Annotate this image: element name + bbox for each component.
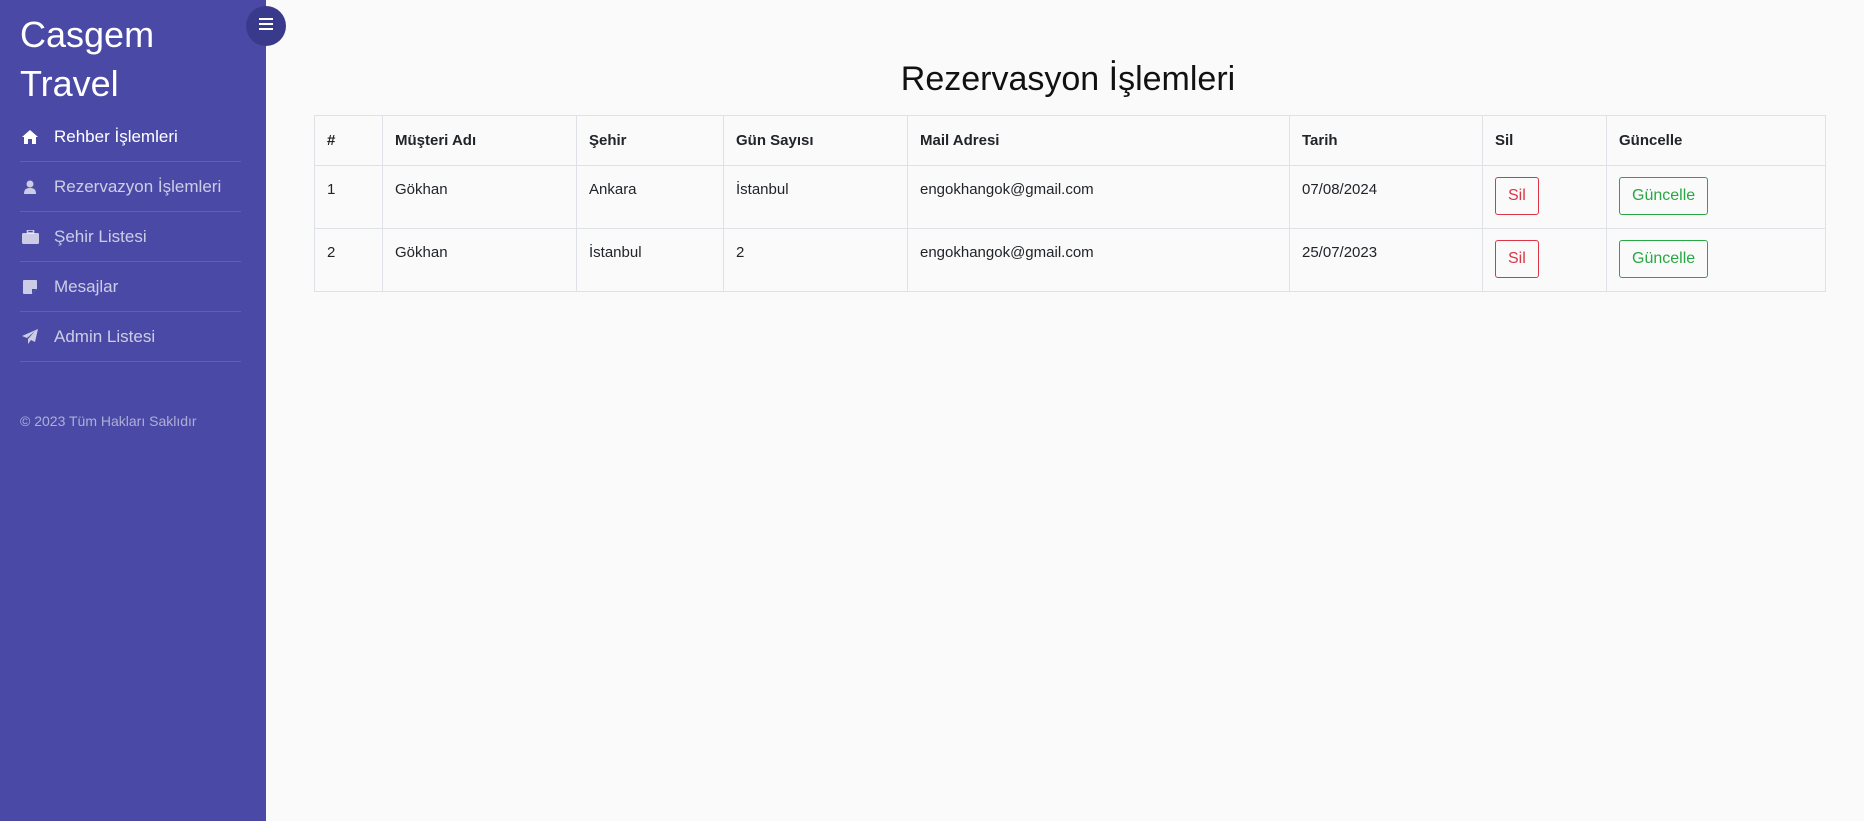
sidebar-item-label: Admin Listesi xyxy=(54,326,156,346)
sidebar-nav: Rehber İşlemleri Rezervazyon İşlemleri Ş… xyxy=(20,112,241,362)
paper-plane-icon xyxy=(20,327,40,347)
brand-logo[interactable]: Casgem Travel xyxy=(20,10,220,108)
menu-icon xyxy=(259,17,273,35)
cell-update: Güncelle xyxy=(1606,228,1826,292)
sidebar-item-label: Şehir Listesi xyxy=(54,226,147,246)
page-title: Rezervasyon İşlemleri xyxy=(900,60,1236,98)
column-header-delete: Sil xyxy=(1482,115,1607,166)
sidebar-item-label: Rezervazyon İşlemleri xyxy=(54,176,222,196)
cell-city: Ankara xyxy=(576,165,724,229)
cell-update: Güncelle xyxy=(1606,165,1826,229)
sidebar-item-label: Mesajlar xyxy=(54,276,119,296)
sidebar-item-label: Rehber İşlemleri xyxy=(54,126,178,146)
sticky-note-icon xyxy=(20,277,40,297)
cell-mail: engokhangok@gmail.com xyxy=(907,228,1290,292)
cell-day-count: 2 xyxy=(723,228,908,292)
column-header-date: Tarih xyxy=(1289,115,1483,166)
cell-delete: Sil xyxy=(1482,228,1607,292)
cell-date: 25/07/2023 xyxy=(1289,228,1483,292)
table-row: 1 Gökhan Ankara İstanbul engokhangok@gma… xyxy=(314,165,1826,229)
update-button[interactable]: Güncelle xyxy=(1619,177,1709,215)
column-header-day-count: Gün Sayısı xyxy=(723,115,908,166)
table-row: 2 Gökhan İstanbul 2 engokhangok@gmail.co… xyxy=(314,228,1826,292)
cell-id: 2 xyxy=(314,228,383,292)
column-header-customer-name: Müşteri Adı xyxy=(382,115,577,166)
column-header-update: Güncelle xyxy=(1606,115,1826,166)
user-icon xyxy=(20,177,40,197)
brand-line-1: Casgem xyxy=(20,14,155,55)
cell-customer-name: Gökhan xyxy=(382,228,577,292)
cell-mail: engokhangok@gmail.com xyxy=(907,165,1290,229)
brand-line-2: Travel xyxy=(20,63,119,104)
sidebar-item-rezervazyon-islemleri[interactable]: Rezervazyon İşlemleri xyxy=(20,162,241,212)
table-header-row: # Müşteri Adı Şehir Gün Sayısı Mail Adre… xyxy=(314,115,1826,166)
delete-button[interactable]: Sil xyxy=(1495,177,1539,215)
sidebar-item-admin-listesi[interactable]: Admin Listesi xyxy=(20,312,241,362)
copyright-text: © 2023 Tüm Hakları Saklıdır xyxy=(20,413,197,429)
main-content: Rezervasyon İşlemleri # Müşteri Adı Şehi… xyxy=(266,0,1864,821)
briefcase-icon xyxy=(20,227,40,247)
cell-customer-name: Gökhan xyxy=(382,165,577,229)
reservations-table: # Müşteri Adı Şehir Gün Sayısı Mail Adre… xyxy=(314,115,1826,292)
column-header-city: Şehir xyxy=(576,115,724,166)
cell-date: 07/08/2024 xyxy=(1289,165,1483,229)
sidebar: Casgem Travel Rehber İşlemleri Rezervazy… xyxy=(0,0,266,821)
cell-day-count: İstanbul xyxy=(723,165,908,229)
sidebar-item-mesajlar[interactable]: Mesajlar xyxy=(20,262,241,312)
cell-delete: Sil xyxy=(1482,165,1607,229)
sidebar-item-rehber-islemleri[interactable]: Rehber İşlemleri xyxy=(20,112,241,162)
cell-city: İstanbul xyxy=(576,228,724,292)
column-header-id: # xyxy=(314,115,383,166)
column-header-mail: Mail Adresi xyxy=(907,115,1290,166)
update-button[interactable]: Güncelle xyxy=(1619,240,1709,278)
delete-button[interactable]: Sil xyxy=(1495,240,1539,278)
home-icon xyxy=(20,127,40,147)
sidebar-item-sehir-listesi[interactable]: Şehir Listesi xyxy=(20,212,241,262)
cell-id: 1 xyxy=(314,165,383,229)
sidebar-toggle-button[interactable] xyxy=(246,6,286,46)
